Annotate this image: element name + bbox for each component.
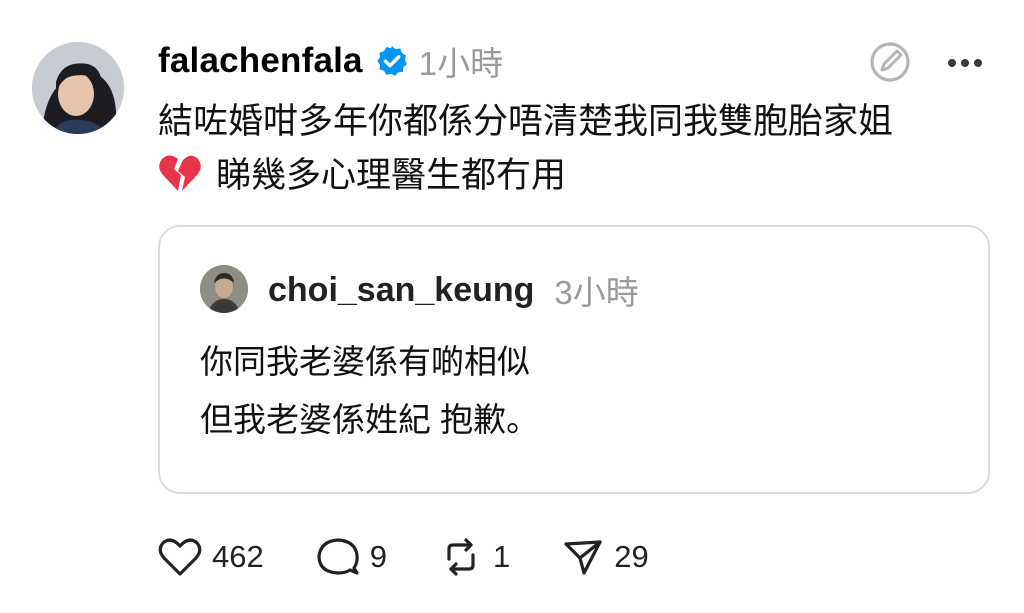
quoted-timestamp: 3小時 — [554, 274, 639, 311]
edit-pen-icon[interactable] — [868, 40, 912, 89]
share-icon — [564, 540, 602, 575]
quoted-body: 你同我老婆係有啲相似 但我老婆係姓紀 抱歉。 — [200, 333, 539, 449]
heart-icon — [158, 538, 202, 576]
repost-icon — [447, 538, 475, 576]
avatar[interactable] — [32, 42, 124, 134]
repost-button[interactable]: 1 — [439, 535, 510, 579]
quoted-username[interactable]: choi_san_keung — [268, 271, 534, 310]
quoted-text-line: 但我老婆係姓紀 抱歉。 — [200, 401, 540, 438]
quoted-avatar[interactable] — [200, 265, 248, 313]
repost-count: 1 — [492, 539, 511, 574]
post-text-line: 結咗婚咁多年你都係分唔清楚我同我雙胞胎家姐 — [158, 102, 894, 141]
post-username[interactable]: falachenfala — [158, 41, 363, 81]
reply-count: 9 — [369, 539, 387, 574]
share-count: 29 — [614, 539, 649, 574]
post-timestamp: 1小時 — [418, 45, 504, 82]
engagement-bar: 462 9 1 29 — [158, 533, 701, 581]
comment-icon — [317, 538, 359, 575]
like-button[interactable]: 462 — [158, 537, 264, 577]
more-options-icon[interactable] — [946, 56, 984, 74]
reply-button[interactable]: 9 — [316, 536, 387, 578]
post-header: falachenfala 1小時 — [158, 38, 503, 84]
like-count: 462 — [212, 539, 264, 574]
post-body: 結咗婚咁多年你都係分唔清楚我同我雙胞胎家姐 睇幾多心理醫生都冇用 — [158, 95, 998, 203]
share-button[interactable]: 29 — [562, 536, 649, 578]
quoted-text-line: 你同我老婆係有啲相似 — [200, 343, 530, 380]
quoted-post-card[interactable]: choi_san_keung 3小時 你同我老婆係有啲相似 但我老婆係姓紀 抱歉… — [158, 225, 990, 494]
post-text-line: 睇幾多心理醫生都冇用 — [216, 156, 567, 195]
quoted-header: choi_san_keung 3小時 — [268, 267, 639, 313]
header-actions — [868, 40, 984, 89]
verified-badge-icon — [375, 44, 409, 78]
broken-heart-emoji — [158, 153, 202, 193]
